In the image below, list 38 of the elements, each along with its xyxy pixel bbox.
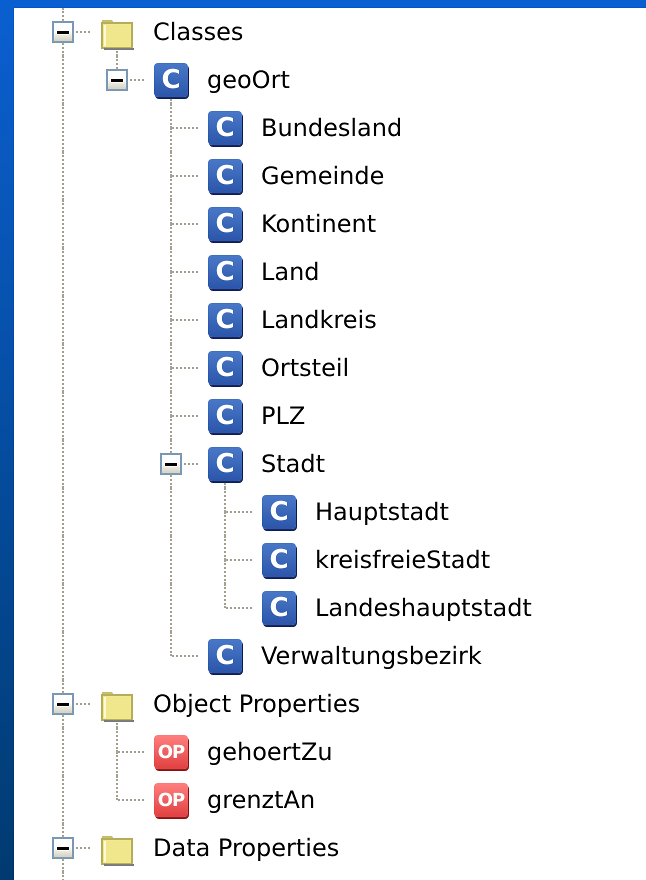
class-icon: C <box>208 207 242 241</box>
class-icon: C <box>208 351 242 385</box>
tree-item-label[interactable]: Stadt <box>261 450 325 478</box>
class-icon: C <box>262 495 296 529</box>
tree-item-label[interactable]: Data Properties <box>153 834 340 862</box>
tree-item-label[interactable]: PLZ <box>261 402 306 430</box>
tree-item-label[interactable]: Bundesland <box>261 114 402 142</box>
property-icon: OP <box>154 735 188 769</box>
class-icon: C <box>262 543 296 577</box>
tree-item-label[interactable]: gehoertZu <box>207 738 333 766</box>
class-icon: C <box>208 303 242 337</box>
class-icon: C <box>208 111 242 145</box>
class-icon: C <box>208 639 242 673</box>
tree-item-label[interactable]: Landkreis <box>261 306 377 334</box>
class-icon: C <box>154 63 188 97</box>
tree-item-label[interactable]: Kontinent <box>261 210 376 238</box>
tree-item-label[interactable]: Landeshauptstadt <box>315 594 532 622</box>
tree-item-label[interactable]: Land <box>261 258 320 286</box>
collapse-toggle[interactable] <box>52 21 74 43</box>
collapse-toggle[interactable] <box>106 69 128 91</box>
tree-item-label[interactable]: Classes <box>153 18 244 46</box>
class-icon: C <box>208 447 242 481</box>
tree-item-label[interactable]: Ortsteil <box>261 354 350 382</box>
tree-item-label[interactable]: geoOrt <box>207 66 290 94</box>
tree-item-label[interactable]: Verwaltungsbezirk <box>261 642 482 670</box>
class-icon: C <box>208 159 242 193</box>
tree-item-label[interactable]: kreisfreieStadt <box>315 546 490 574</box>
class-icon: C <box>208 399 242 433</box>
tree-item-label[interactable]: Hauptstadt <box>315 498 449 526</box>
collapse-toggle[interactable] <box>52 693 74 715</box>
tree-item-label[interactable]: Object Properties <box>153 690 360 718</box>
class-icon: C <box>208 255 242 289</box>
tree-item-label[interactable]: grenztAn <box>207 786 316 814</box>
tree-item-label[interactable]: Gemeinde <box>261 162 384 190</box>
property-icon: OP <box>154 783 188 817</box>
class-icon: C <box>262 591 296 625</box>
collapse-toggle[interactable] <box>160 453 182 475</box>
collapse-toggle[interactable] <box>52 837 74 859</box>
